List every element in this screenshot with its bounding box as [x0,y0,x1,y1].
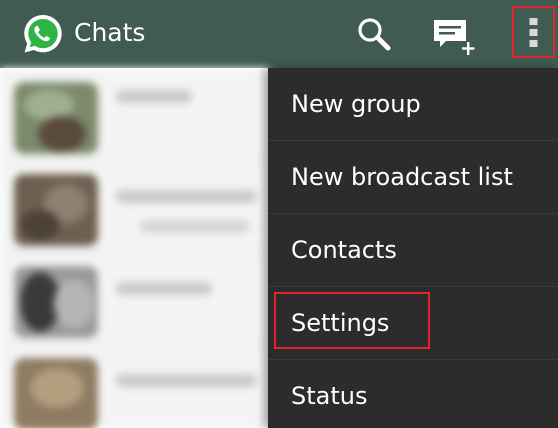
whatsapp-logo-icon [24,15,62,53]
new-chat-button[interactable] [432,14,480,58]
new-chat-icon [434,20,475,55]
menu-item-label: New group [291,90,421,118]
avatar [14,82,98,154]
overflow-menu: New group New broadcast list Contacts Se… [268,68,558,428]
menu-item-new-broadcast-list[interactable]: New broadcast list [268,141,558,213]
search-button[interactable] [354,14,394,54]
avatar [14,358,98,428]
settings-highlight-box [274,292,430,349]
chat-list [0,68,270,428]
chat-list-item[interactable] [0,252,270,344]
menu-item-label: Status [291,382,368,410]
top-app-bar: Chats [0,0,558,68]
menu-item-status[interactable]: Status [268,360,558,428]
chat-list-item[interactable] [0,344,270,428]
menu-item-new-group[interactable]: New group [268,68,558,140]
chat-list-item[interactable] [0,160,270,252]
chat-list-item[interactable] [0,68,270,160]
avatar [14,266,98,338]
menu-item-label: Contacts [291,236,397,264]
menu-item-label: New broadcast list [291,163,513,191]
search-icon [358,18,391,51]
more-options-button[interactable] [512,6,555,58]
menu-item-contacts[interactable]: Contacts [268,214,558,286]
whatsapp-chats-screen: Chats New group New broadcast list Conta… [0,0,558,428]
page-title: Chats [74,18,146,47]
more-vertical-icon [529,18,538,47]
avatar [14,174,98,246]
